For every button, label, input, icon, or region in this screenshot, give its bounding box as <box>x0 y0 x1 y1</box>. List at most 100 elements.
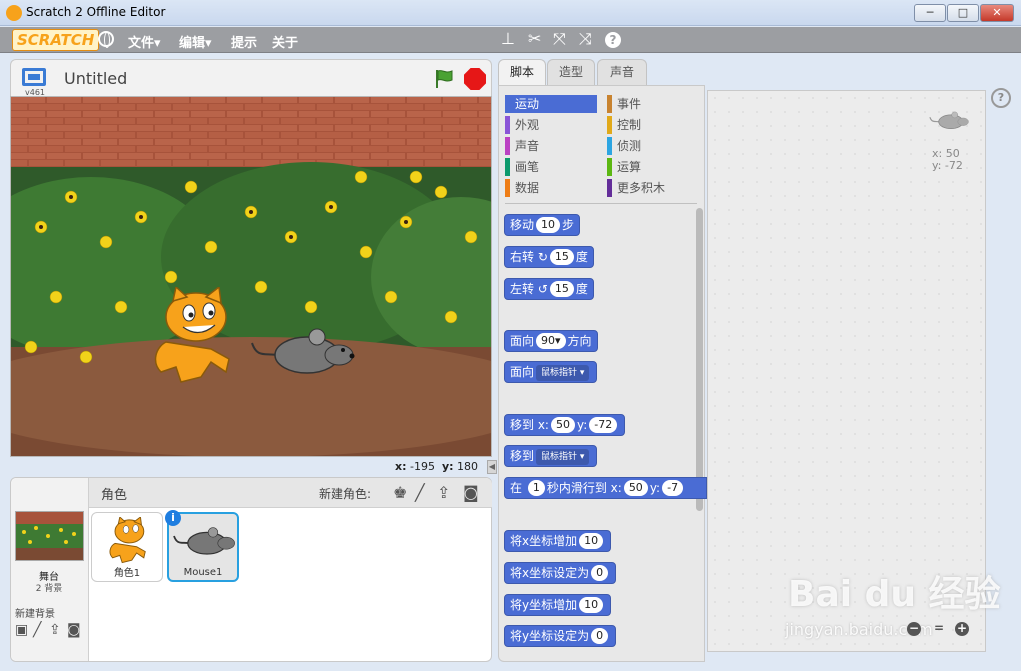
tab-scripts[interactable]: 脚本 <box>498 59 546 86</box>
block-dropdown[interactable]: 鼠标指针 ▾ <box>536 449 590 465</box>
block-input[interactable]: 90▾ <box>536 333 566 349</box>
new-sprite-label: 新建角色: <box>319 487 372 501</box>
category-motion[interactable]: 运动 <box>505 95 597 113</box>
window-title-bar[interactable]: Scratch 2 Offline Editor ─ □ ✕ <box>0 0 1021 26</box>
presentation-mode-icon[interactable] <box>22 68 46 86</box>
block-change-x[interactable]: 将x坐标增加 10 <box>504 530 612 552</box>
category-sensing[interactable]: 侦测 <box>607 137 699 155</box>
block-input[interactable]: 50 <box>623 480 648 496</box>
block-point-direction[interactable]: 面向 90▾ 方向 <box>504 330 598 352</box>
scratch-logo[interactable]: SCRATCH <box>12 29 100 51</box>
backdrop-count: 2 背景 <box>35 584 63 594</box>
block-text: 在 <box>510 481 523 495</box>
block-input[interactable]: 1 <box>527 480 545 496</box>
block-text: 面向 <box>510 334 535 348</box>
category-more-blocks[interactable]: 更多积木 <box>607 179 699 197</box>
category-sound[interactable]: 声音 <box>505 137 597 155</box>
zoom-in-icon[interactable]: + <box>955 622 969 636</box>
menu-file[interactable]: 文件▾ <box>128 32 161 51</box>
block-set-y[interactable]: 将y坐标设定为 0 <box>504 625 617 647</box>
block-input[interactable]: 10 <box>579 597 604 613</box>
grow-icon[interactable]: ⤧ <box>553 30 566 48</box>
minimize-button[interactable]: ─ <box>914 4 946 22</box>
block-dropdown[interactable]: 鼠标指针 ▾ <box>536 365 590 381</box>
block-text: 步 <box>562 218 575 232</box>
mouse-sprite-on-stage[interactable] <box>247 323 357 383</box>
zoom-out-icon[interactable]: − <box>907 622 921 636</box>
menu-tips[interactable]: 提示 <box>231 32 257 51</box>
paint-backdrop-icon[interactable]: ╱ <box>33 622 41 638</box>
category-operators[interactable]: 运算 <box>607 158 699 176</box>
block-set-x[interactable]: 将x坐标设定为 0 <box>504 562 617 584</box>
project-title[interactable]: Untitled <box>64 69 127 88</box>
mouse-y-value: 180 <box>457 460 479 473</box>
tab-costumes[interactable]: 造型 <box>547 59 595 85</box>
block-turn-right[interactable]: 右转 ↻ 15 度 <box>504 246 594 268</box>
block-text: 将x坐标增加 <box>510 534 578 548</box>
block-input[interactable]: 15 <box>549 281 574 297</box>
stop-icon[interactable] <box>464 68 486 90</box>
block-input[interactable]: -7 <box>662 480 684 496</box>
tab-sounds[interactable]: 声音 <box>597 59 647 85</box>
mouse-x-value: -195 <box>410 460 435 473</box>
block-text: 将x坐标设定为 <box>510 566 590 580</box>
green-flag-icon[interactable] <box>433 68 455 90</box>
upload-sprite-icon[interactable]: ⇪ <box>437 483 450 502</box>
help-icon[interactable]: ? <box>605 32 621 48</box>
stamp-icon[interactable]: ⊥ <box>501 30 515 48</box>
block-input[interactable]: 0 <box>591 628 609 644</box>
block-input[interactable]: -72 <box>589 417 618 433</box>
block-goto-xy[interactable]: 移到 x: 50 y: -72 <box>504 414 626 436</box>
cut-icon[interactable]: ✂ <box>528 30 541 48</box>
shrink-icon[interactable]: ⤨ <box>579 30 592 48</box>
maximize-button[interactable]: □ <box>947 4 979 22</box>
cat-sprite-on-stage[interactable] <box>151 287 231 387</box>
rotate-cw-icon: ↻ <box>537 250 548 264</box>
scratch-cat-app-icon <box>6 5 22 21</box>
upload-backdrop-icon[interactable]: ⇪ <box>49 622 61 638</box>
help-question-icon[interactable]: ? <box>991 88 1011 108</box>
category-control[interactable]: 控制 <box>607 116 699 134</box>
stage-thumbnail[interactable] <box>15 511 84 561</box>
collapse-stage-arrow-icon[interactable]: ◀ <box>487 460 497 474</box>
mouse-coordinates: x: -195 y: 180 <box>395 460 478 473</box>
block-text: 方向 <box>567 334 592 348</box>
block-point-towards[interactable]: 面向 鼠标指针 ▾ <box>504 361 598 383</box>
block-turn-left[interactable]: 左转 ↺ 15 度 <box>504 278 594 300</box>
menu-edit[interactable]: 编辑▾ <box>179 32 212 51</box>
block-glide[interactable]: 在 1 秒内滑行到 x: 50 y: -7 <box>504 477 707 499</box>
sprite-panel: 舞台 2 背景 新建背景 ▣ ╱ ⇪ ◙ 角色 新建角色: ♚ ╱ ⇪ ◙ 角色… <box>10 477 492 662</box>
paint-sprite-icon[interactable]: ╱ <box>415 483 425 502</box>
block-input[interactable]: 50 <box>550 417 575 433</box>
block-move[interactable]: 移动 10 步 <box>504 214 581 236</box>
block-text: 面向 <box>510 365 535 379</box>
language-globe-icon[interactable] <box>98 31 114 48</box>
menu-about[interactable]: 关于 <box>272 32 298 51</box>
palette-scrollbar[interactable] <box>696 208 703 511</box>
stage-canvas[interactable] <box>10 96 492 457</box>
camera-sprite-icon[interactable]: ◙ <box>463 483 479 502</box>
category-pen[interactable]: 画笔 <box>505 158 597 176</box>
block-text: 右转 <box>510 250 535 264</box>
block-palette: 运动 事件 外观 控制 声音 侦测 画笔 运算 数据 更多积木 移动 10 步 右转… <box>498 85 707 662</box>
category-divider <box>505 203 697 204</box>
sprite-library-icon[interactable]: ♚ <box>393 483 407 502</box>
category-data[interactable]: 数据 <box>505 179 597 197</box>
block-input[interactable]: 10 <box>536 217 561 233</box>
block-input[interactable]: 15 <box>549 249 574 265</box>
category-events[interactable]: 事件 <box>607 95 699 113</box>
rotate-ccw-icon: ↺ <box>537 282 548 296</box>
backdrop-library-icon[interactable]: ▣ <box>15 622 28 638</box>
sprite-card-cat[interactable]: 角色1 <box>91 512 163 582</box>
close-button[interactable]: ✕ <box>980 4 1014 22</box>
baidu-watermark: Bai du 经验 <box>788 574 1001 615</box>
block-change-y[interactable]: 将y坐标增加 10 <box>504 594 612 616</box>
category-looks[interactable]: 外观 <box>505 116 597 134</box>
mouse-y-label: y: <box>441 460 454 473</box>
sprite-card-mouse[interactable]: i Mouse1 <box>165 510 239 582</box>
block-input[interactable]: 10 <box>579 533 604 549</box>
block-input[interactable]: 0 <box>591 565 609 581</box>
block-goto[interactable]: 移到 鼠标指针 ▾ <box>504 445 598 467</box>
zoom-reset-icon[interactable]: = <box>932 622 946 636</box>
camera-backdrop-icon[interactable]: ◙ <box>67 622 81 638</box>
